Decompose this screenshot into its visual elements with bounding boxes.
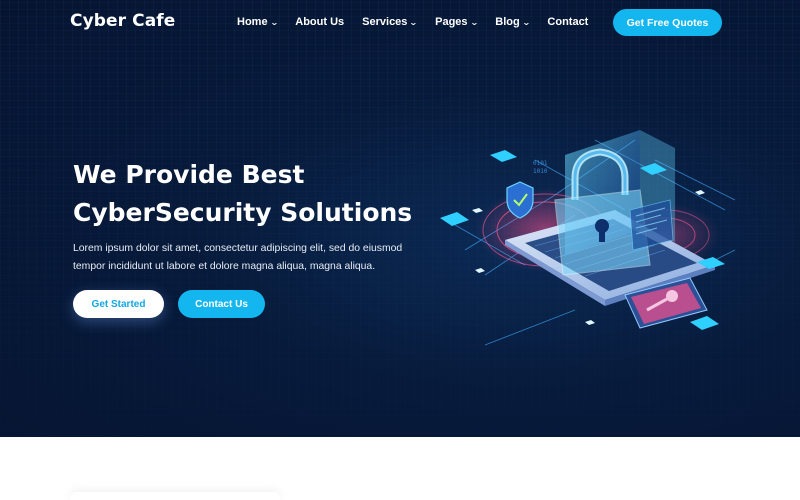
nav-item-label: Contact (547, 16, 589, 28)
nav-item-label: Home (237, 16, 268, 28)
hero-description: Lorem ipsum dolor sit amet, consectetur … (73, 243, 403, 272)
chevron-down-icon: ⌄ (521, 17, 531, 27)
chevron-down-icon: ⌄ (469, 17, 479, 27)
next-section (0, 437, 800, 500)
svg-text:0101: 0101 (533, 160, 548, 167)
nav-item-blog[interactable]: Blog ⌄ (495, 16, 531, 28)
hero-title-line-2: CyberSecurity Solutions (73, 198, 413, 227)
contact-us-button[interactable]: Contact Us (178, 290, 265, 318)
nav-item-about-us[interactable]: About Us (295, 16, 344, 28)
nav-item-home[interactable]: Home ⌄ (237, 16, 279, 28)
get-started-button[interactable]: Get Started (73, 290, 164, 318)
hero-title: We Provide Best CyberSecurity Solutions (73, 156, 453, 232)
nav-item-services[interactable]: Services ⌄ (362, 16, 419, 28)
site-header: Cyber Cafe Home ⌄ About Us Services ⌄ Pa… (0, 0, 800, 46)
hero-title-line-1: We Provide Best (73, 160, 305, 189)
get-free-quotes-button[interactable]: Get Free Quotes (613, 9, 722, 36)
nav-item-label: Services (362, 16, 408, 28)
feature-card-top-edge (70, 492, 280, 500)
nav-item-label: Pages (435, 16, 468, 28)
nav-item-contact[interactable]: Contact (547, 16, 588, 28)
hero-section: Cyber Cafe Home ⌄ About Us Services ⌄ Pa… (0, 0, 800, 437)
nav-item-label: Blog (495, 16, 520, 28)
chevron-down-icon: ⌄ (409, 17, 419, 27)
chevron-down-icon: ⌄ (269, 17, 279, 27)
main-nav: Home ⌄ About Us Services ⌄ Pages ⌄ Blog … (237, 16, 606, 28)
nav-item-label: About Us (295, 16, 345, 28)
site-logo[interactable]: Cyber Cafe (70, 11, 175, 31)
svg-text:1010: 1010 (533, 168, 548, 175)
nav-item-pages[interactable]: Pages ⌄ (435, 16, 479, 28)
cybersecurity-illustration: 0101 1010 (440, 130, 736, 346)
